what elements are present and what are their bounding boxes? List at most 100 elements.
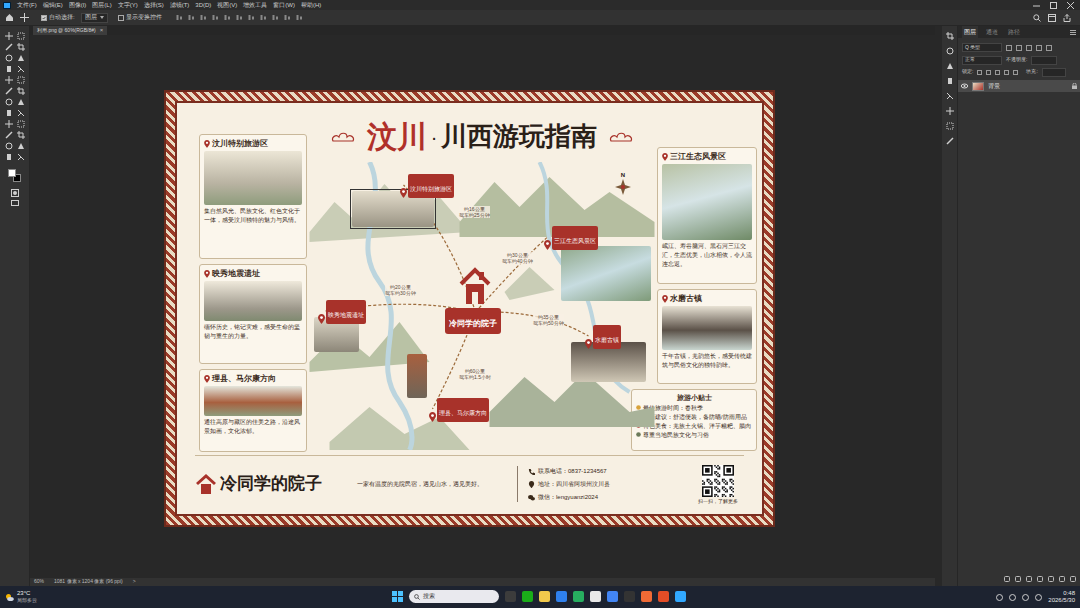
align-icon[interactable]	[212, 14, 219, 21]
layer-action-icon[interactable]	[1026, 576, 1032, 582]
taskbar-app-icon[interactable]	[590, 591, 601, 602]
layer-row[interactable]: 背景	[958, 80, 1080, 92]
windows-start-icon[interactable]	[392, 591, 403, 602]
taskbar-app-icon[interactable]	[675, 591, 686, 602]
quick-mask-icon[interactable]	[11, 189, 19, 197]
map-pin[interactable]: 理县、马尔康方向	[429, 398, 489, 422]
attraction-card[interactable]: 映秀地震遗址缅怀历史，铭记灾难，感受生命的坚韧与重生的力量。	[199, 264, 307, 364]
layer-action-icon[interactable]	[1004, 576, 1010, 582]
share-icon[interactable]	[1063, 14, 1071, 22]
panel-icon[interactable]	[946, 77, 954, 85]
layer-action-icon[interactable]	[1015, 576, 1021, 582]
align-icon[interactable]	[284, 14, 291, 21]
taskbar-app-icon[interactable]	[641, 591, 652, 602]
taskbar-search[interactable]: 搜索	[409, 590, 499, 603]
panel-icon[interactable]	[946, 137, 954, 145]
attraction-card[interactable]: 三江生态风景区岷江、寿谷脑河、黑石河三江交汇，生态优美，山水相依，令人流连忘返。	[657, 147, 757, 284]
map-pin[interactable]: 汶川特别旅游区	[400, 174, 454, 198]
map-pin[interactable]: 水磨古镇	[585, 325, 621, 349]
panel-icon[interactable]	[946, 47, 954, 55]
tool-icon[interactable]	[17, 43, 25, 51]
layer-lock-icon[interactable]	[1072, 83, 1077, 89]
tool-icon[interactable]	[5, 87, 13, 95]
panel-tab[interactable]: 通道	[984, 26, 1000, 38]
filter-icon[interactable]	[1026, 45, 1032, 51]
screen-mode-icon[interactable]	[11, 199, 19, 207]
panel-tab[interactable]: 图层	[962, 26, 978, 38]
map-pin[interactable]: 三江生态风景区	[544, 226, 598, 250]
lock-option-icon[interactable]	[1004, 70, 1009, 75]
blend-mode-dropdown[interactable]: 正常	[962, 56, 1002, 65]
menu-item[interactable]: 文字(Y)	[115, 0, 141, 10]
attraction-card[interactable]: 水磨古镇千年古镇，羌韵悠长，感受传统建筑与民俗文化的独特韵味。	[657, 289, 757, 384]
tool-icon[interactable]	[17, 131, 25, 139]
filter-icon[interactable]	[1016, 45, 1022, 51]
lock-option-icon[interactable]	[986, 70, 991, 75]
menu-item[interactable]: 增效工具	[240, 0, 270, 10]
tool-icon[interactable]	[17, 54, 25, 62]
tool-icon[interactable]	[17, 98, 25, 106]
align-icon[interactable]	[248, 14, 255, 21]
layer-name[interactable]: 背景	[988, 82, 1000, 91]
filter-icon[interactable]	[1006, 45, 1012, 51]
align-icon[interactable]	[272, 14, 279, 21]
lock-option-icon[interactable]	[977, 70, 982, 75]
qr-code-block[interactable]: 扫一扫，了解更多	[698, 465, 738, 504]
panel-icon[interactable]	[946, 107, 954, 115]
photoshop-logo-icon[interactable]	[3, 2, 11, 9]
tool-icon[interactable]	[17, 87, 25, 95]
opacity-field[interactable]	[1031, 56, 1057, 65]
tool-icon[interactable]	[17, 65, 25, 73]
tray-icon[interactable]	[1009, 594, 1016, 601]
taskbar-app-icon[interactable]	[624, 591, 635, 602]
weather-widget[interactable]: 23°C局部多云	[5, 590, 37, 604]
menu-item[interactable]: 编辑(E)	[40, 0, 66, 10]
taskbar-app-icon[interactable]	[658, 591, 669, 602]
show-transform-checkbox[interactable]	[118, 15, 124, 21]
menu-item[interactable]: 窗口(W)	[270, 0, 298, 10]
show-transform-option[interactable]: 显示变换控件	[118, 13, 162, 22]
home-icon[interactable]	[5, 13, 14, 22]
auto-select-checkbox[interactable]	[41, 15, 47, 21]
status-menu-arrow[interactable]: >	[133, 578, 136, 586]
maximize-icon[interactable]	[1050, 2, 1057, 9]
tool-icon[interactable]	[5, 65, 13, 73]
target-dropdown[interactable]: 图层	[81, 13, 108, 23]
filter-icon[interactable]	[1036, 45, 1042, 51]
document-tab[interactable]: 利用.png @ 60%(RGB/8#)×	[33, 26, 107, 35]
tool-icon[interactable]	[5, 131, 13, 139]
tool-icon[interactable]	[17, 142, 25, 150]
menu-item[interactable]: 图层(L)	[89, 0, 114, 10]
layer-action-icon[interactable]	[1059, 576, 1065, 582]
tool-icon[interactable]	[17, 109, 25, 117]
tray-icon[interactable]	[996, 594, 1003, 601]
align-icon[interactable]	[260, 14, 267, 21]
layer-action-icon[interactable]	[1048, 576, 1054, 582]
visibility-eye-icon[interactable]	[961, 83, 968, 89]
foreground-color-swatch[interactable]	[8, 169, 16, 177]
layer-filter-dropdown[interactable]: Q 类型	[962, 43, 1002, 52]
menu-item[interactable]: 图像(I)	[66, 0, 90, 10]
tool-icon[interactable]	[5, 98, 13, 106]
minimize-icon[interactable]	[1033, 2, 1040, 9]
tool-icon[interactable]	[5, 54, 13, 62]
lock-option-icon[interactable]	[995, 70, 1000, 75]
panel-icon[interactable]	[946, 32, 954, 40]
tool-icon[interactable]	[5, 32, 13, 40]
panel-menu-icon[interactable]	[1070, 30, 1076, 35]
fill-field[interactable]	[1042, 68, 1066, 77]
search-icon[interactable]	[1033, 14, 1041, 22]
move-tool-icon[interactable]	[20, 13, 29, 22]
panel-tab[interactable]: 路径	[1006, 26, 1022, 38]
map-pin[interactable]: 映秀地震遗址	[318, 300, 366, 324]
align-icon[interactable]	[224, 14, 231, 21]
document-tab-close[interactable]: ×	[100, 26, 104, 35]
taskbar-app-icon[interactable]	[539, 591, 550, 602]
tool-icon[interactable]	[5, 120, 13, 128]
panel-icon[interactable]	[946, 122, 954, 130]
auto-select-option[interactable]: 自动选择:	[41, 13, 75, 22]
taskbar-app-icon[interactable]	[573, 591, 584, 602]
panel-icon[interactable]	[946, 92, 954, 100]
lock-option-icon[interactable]	[1013, 70, 1018, 75]
tray-icon[interactable]	[1035, 594, 1042, 601]
